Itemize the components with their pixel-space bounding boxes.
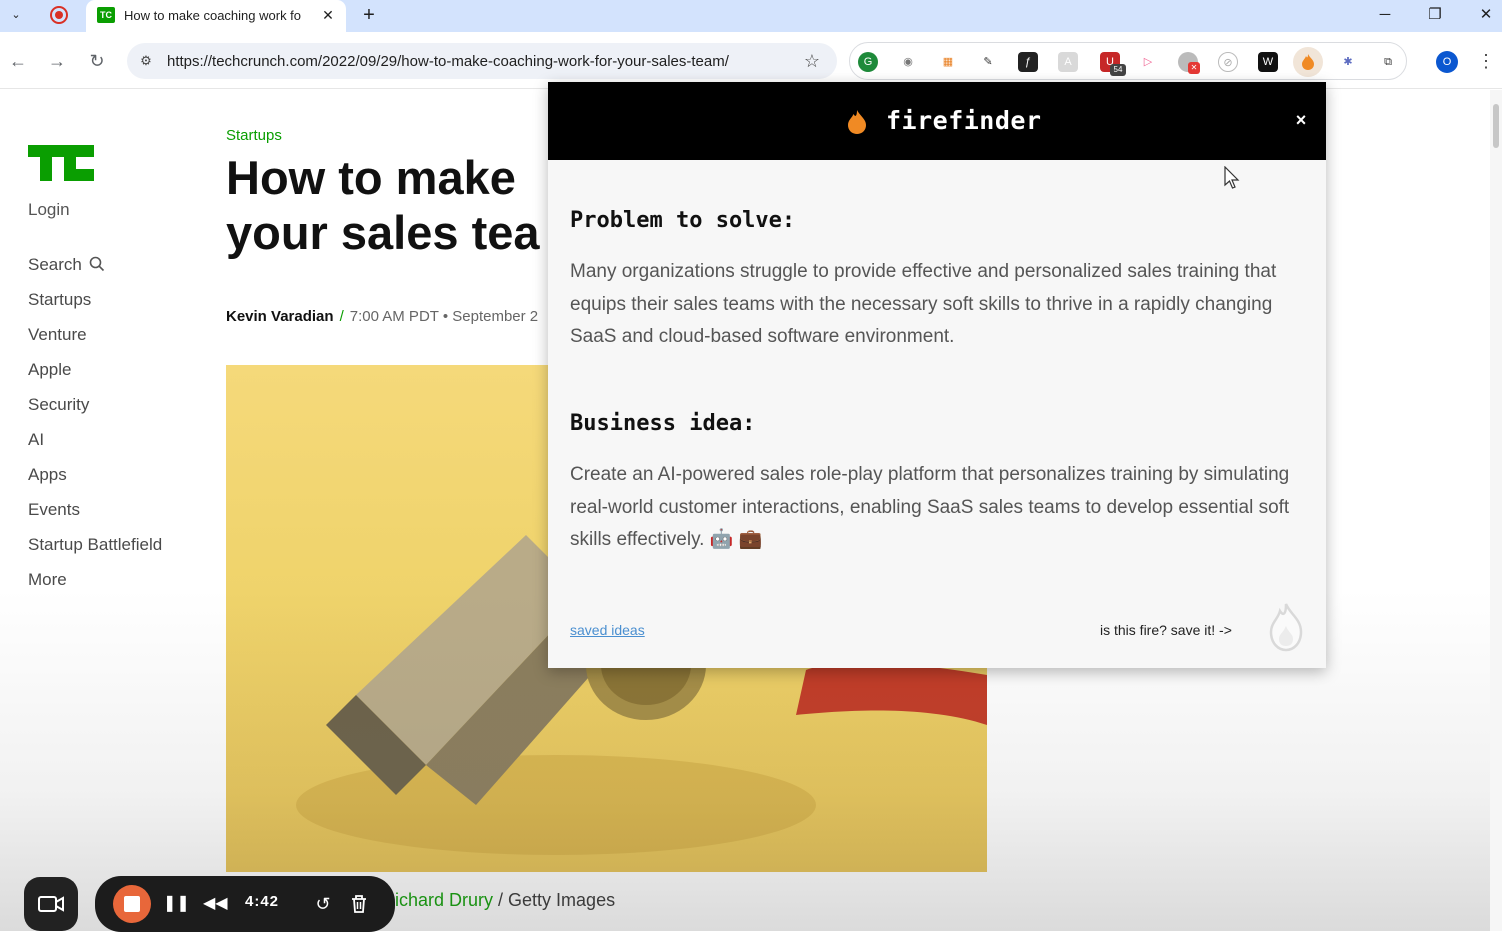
nav-apple[interactable]: Apple	[28, 360, 71, 380]
browser-toolbar: ← → ↻ ⚙ https://techcrunch.com/2022/09/2…	[0, 32, 1502, 89]
recorder-stop-button[interactable]	[113, 885, 151, 923]
tab-title: How to make coaching work fo	[124, 8, 302, 23]
article-byline: Kevin Varadian / 7:00 AM PDT • September 2	[226, 308, 538, 325]
translate-extension-icon[interactable]: A	[1058, 52, 1078, 72]
extension-badge: 54	[1110, 64, 1126, 76]
minimize-button[interactable]: ─	[1365, 4, 1405, 26]
firefinder-popup: firefinder × Problem to solve: Many orga…	[548, 82, 1326, 668]
layout-extension-icon[interactable]: ▦	[938, 52, 958, 72]
article-date: 7:00 AM PDT • September 2	[349, 308, 539, 325]
save-flame-button[interactable]	[1267, 602, 1305, 652]
pause-icon[interactable]: ❚❚	[163, 892, 190, 916]
idea-title: Business idea:	[570, 411, 756, 436]
caption-source: / Getty Images	[493, 890, 616, 910]
headline-line-2: your sales tea	[226, 206, 540, 259]
nav-venture[interactable]: Venture	[28, 325, 87, 345]
nav-startup-battlefield[interactable]: Startup Battlefield	[28, 535, 162, 555]
grammarly-extension-icon[interactable]: G	[858, 52, 878, 72]
search-icon	[89, 256, 104, 272]
extensions-bar: G ◉ ▦ ✎ ƒ A U 54 ▷ ✕ ⊘ W ✱ ⧉	[849, 42, 1407, 80]
flame-icon	[848, 110, 866, 134]
firefinder-extension-icon[interactable]	[1293, 47, 1323, 77]
nav-security[interactable]: Security	[28, 395, 89, 415]
byline-separator: /	[339, 308, 344, 325]
tab-search-button[interactable]: ⌄	[4, 4, 28, 26]
video-camera-icon	[38, 896, 64, 912]
url-text[interactable]: https://techcrunch.com/2022/09/29/how-to…	[167, 53, 729, 70]
nav-startups[interactable]: Startups	[28, 290, 91, 310]
w-extension-icon[interactable]: W	[1258, 52, 1278, 72]
image-caption: ichard Drury / Getty Images	[395, 890, 615, 911]
save-prompt: is this fire? save it! ->	[1100, 622, 1232, 638]
headline-line-1: How to make	[226, 151, 516, 204]
problem-text: Many organizations struggle to provide e…	[570, 261, 1277, 347]
tab-close-button[interactable]: ✕	[318, 5, 338, 25]
restart-icon[interactable]: ↺	[311, 892, 335, 916]
camera-extension-icon[interactable]: ◉	[898, 52, 918, 72]
nav-ai[interactable]: AI	[28, 430, 44, 450]
recorder-camera-button[interactable]	[24, 877, 78, 931]
tab-techcrunch[interactable]: TC How to make coaching work fo ✕	[86, 0, 346, 32]
tab-strip: ⌄ TC How to make coaching work fo ✕ + ─ …	[0, 0, 1502, 32]
blocked-extension-icon[interactable]: ✕	[1178, 52, 1200, 74]
firefinder-brand: firefinder	[886, 106, 1042, 135]
flower-extension-icon[interactable]: ✱	[1338, 52, 1358, 72]
popup-header: firefinder ×	[548, 82, 1326, 160]
nav-search-label: Search	[28, 255, 82, 274]
techcrunch-favicon-icon: TC	[97, 7, 115, 23]
trash-icon[interactable]	[347, 892, 371, 916]
mouse-cursor-icon	[1224, 166, 1240, 189]
article-headline: How to make your sales tea	[226, 150, 556, 260]
reload-button[interactable]: ↻	[85, 49, 109, 73]
nav-search[interactable]: Search	[28, 255, 105, 275]
page-scrollbar[interactable]	[1490, 90, 1502, 931]
idea-text: Create an AI-powered sales role-play pla…	[570, 464, 1290, 550]
recording-indicator-icon[interactable]	[50, 6, 68, 24]
new-tab-button[interactable]: +	[357, 4, 381, 28]
login-link[interactable]: Login	[28, 200, 70, 220]
restore-button[interactable]: ❐	[1415, 4, 1455, 26]
ublock-extension-icon[interactable]: U 54	[1100, 52, 1126, 76]
rewind-icon[interactable]: ◀◀	[203, 892, 228, 916]
techcrunch-logo[interactable]	[28, 145, 94, 181]
nav-apps[interactable]: Apps	[28, 465, 67, 485]
recorder-timer: 4:42	[245, 893, 280, 910]
forward-button[interactable]: →	[45, 49, 69, 73]
author-link[interactable]: Kevin Varadian	[226, 308, 334, 325]
nav-events[interactable]: Events	[28, 500, 80, 520]
bookmark-star-icon[interactable]: ☆	[800, 49, 824, 73]
popup-close-button[interactable]: ×	[1290, 108, 1312, 132]
extensions-puzzle-icon[interactable]: ⧉	[1378, 52, 1398, 72]
saved-ideas-link[interactable]: saved ideas	[570, 622, 645, 638]
caption-photographer[interactable]: ichard Drury	[395, 890, 493, 910]
browser-menu-icon[interactable]: ⋮	[1477, 49, 1495, 73]
address-bar[interactable]: ⚙ https://techcrunch.com/2022/09/29/how-…	[127, 43, 837, 79]
recorder-control-bar: ❚❚ ◀◀ 4:42 ↺	[95, 876, 395, 932]
scrollbar-thumb[interactable]	[1493, 104, 1499, 148]
pen-extension-icon[interactable]: ✎	[978, 52, 998, 72]
back-button[interactable]: ←	[6, 49, 30, 73]
problem-title: Problem to solve:	[570, 208, 796, 233]
font-extension-icon[interactable]: ƒ	[1018, 52, 1038, 72]
site-info-icon[interactable]: ⚙	[136, 51, 156, 71]
nav-more[interactable]: More	[28, 570, 67, 590]
window-close-button[interactable]: ✕	[1466, 4, 1502, 26]
article-category[interactable]: Startups	[226, 127, 282, 144]
profile-avatar[interactable]: O	[1436, 51, 1458, 73]
play-extension-icon[interactable]: ▷	[1138, 52, 1158, 72]
compass-extension-icon[interactable]: ⊘	[1218, 52, 1238, 72]
